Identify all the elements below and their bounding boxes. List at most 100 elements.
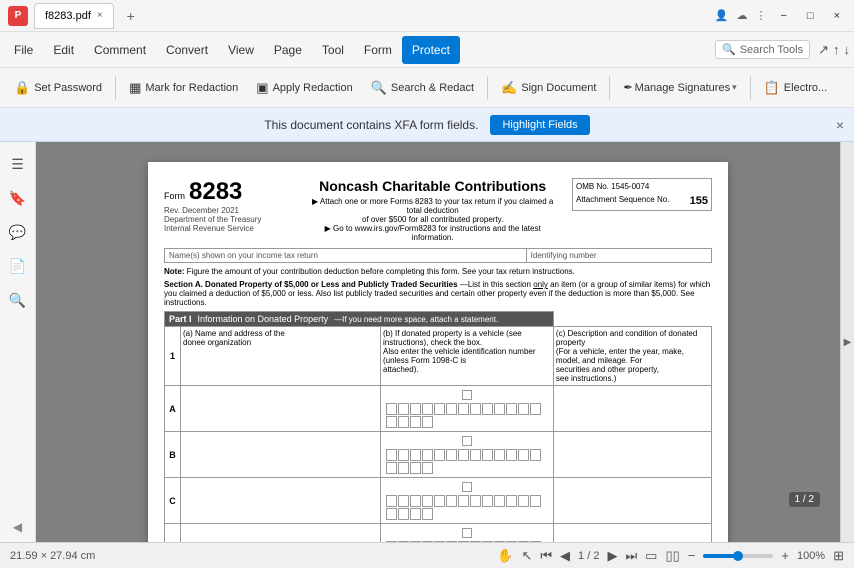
sidebar-item-pages[interactable]: ☰ [4,150,32,178]
fit-page-icon[interactable]: ⊞ [833,548,844,564]
checkbox-c[interactable] [462,482,472,492]
set-password-button[interactable]: 🔒 Set Password [6,73,110,103]
close-button[interactable]: × [828,8,846,24]
notification-close-icon[interactable]: × [836,117,844,133]
form-dept: Department of the Treasury [164,215,293,224]
sidebar-collapse-icon[interactable]: ◀ [13,520,22,534]
set-password-label: Set Password [34,82,102,94]
vin-cell [434,541,445,542]
checkbox-d[interactable] [462,528,472,538]
menu-protect[interactable]: Protect [402,36,460,64]
file-tab[interactable]: f8283.pdf × [34,3,114,29]
vin-cell [482,541,493,542]
sign-document-button[interactable]: ✍ Sign Document [493,73,604,103]
tab-close-icon[interactable]: × [97,10,103,21]
note-bold: Note: [164,267,187,276]
vin-cell [422,416,433,428]
menu-convert[interactable]: Convert [156,36,218,64]
part1-title: Information on Donated Property [198,314,329,324]
mark-redaction-button[interactable]: ▦ Mark for Redaction [121,73,246,103]
row-label-c: C [165,478,181,524]
row-label-a: A [165,386,181,432]
vin-cell [458,403,469,415]
form-title-row: Form 8283 [164,178,293,206]
vin-cells-a [384,402,550,429]
sidebar-item-comments[interactable]: 💬 [4,218,32,246]
row-b-col1 [181,432,381,478]
row-label-b: B [165,432,181,478]
zoom-out-icon[interactable]: − [688,548,696,563]
single-page-icon[interactable]: ▭ [645,548,657,564]
row-b: B [165,432,712,478]
vin-cell [398,416,409,428]
menu-edit[interactable]: Edit [43,36,84,64]
download-icon[interactable]: ↓ [844,42,851,57]
sidebar-item-layers[interactable]: 📄 [4,252,32,280]
menu-form[interactable]: Form [354,36,402,64]
toolbar-separator-2 [487,76,488,100]
row-c-col1 [181,478,381,524]
vin-cell [410,449,421,461]
vin-cell [530,541,541,542]
checkbox-a[interactable] [462,390,472,400]
toolbar-separator-3 [609,76,610,100]
form-title-center: Noncash Charitable Contributions ▶ Attac… [303,178,562,242]
form-omb-box: OMB No. 1545-0074 Attachment Sequence No… [572,178,712,211]
sidebar-item-bookmarks[interactable]: 🔖 [4,184,32,212]
vin-cell [518,541,529,542]
zoom-in-icon[interactable]: + [781,548,789,563]
zoom-slider[interactable] [703,554,773,558]
vin-cell [386,541,397,542]
menu-view[interactable]: View [218,36,264,64]
last-page-icon[interactable]: ⏭ [625,548,637,564]
minimize-button[interactable]: − [774,8,792,24]
menu-tool[interactable]: Tool [312,36,354,64]
protect-toolbar: 🔒 Set Password ▦ Mark for Redaction ▣ Ap… [0,68,854,108]
first-page-icon[interactable]: ⏮ [540,548,552,564]
apply-redaction-button[interactable]: ▣ Apply Redaction [248,73,360,103]
signatures-icon: ✒ [623,81,632,94]
forward-nav-icon[interactable]: ↑ [833,42,840,57]
prev-page-icon[interactable]: ◀ [560,548,570,564]
select-tool-icon[interactable]: ↖ [521,548,532,564]
back-nav-icon[interactable]: ↗ [818,42,829,58]
tab-title: f8283.pdf [45,10,91,22]
vin-cell [410,462,421,474]
vin-cell [446,541,457,542]
dual-page-icon[interactable]: ▯▯ [665,548,679,564]
zoom-slider-thumb[interactable] [733,551,743,561]
right-sidebar-toggle[interactable]: ▶ [840,142,854,542]
chevron-down-icon: ▾ [732,82,737,93]
vin-cell [410,508,421,520]
checkbox-b[interactable] [462,436,472,446]
vin-cell [386,495,397,507]
more-options-icon[interactable]: ⋮ [755,9,766,22]
vin-cell [494,403,505,415]
maximize-button[interactable]: □ [801,8,820,24]
toolbar-separator-1 [115,76,116,100]
manage-signatures-button[interactable]: ✒ Manage Signatures ▾ [615,73,744,103]
cloud-icon[interactable]: ☁ [736,9,747,22]
vin-cell [398,462,409,474]
menu-comment[interactable]: Comment [84,36,156,64]
menu-page[interactable]: Page [264,36,312,64]
part1-note: —If you need more space, attach a statem… [334,315,498,324]
sidebar-item-search[interactable]: 🔍 [4,286,32,314]
new-tab-button[interactable]: + [120,5,142,27]
vin-cell [458,541,469,542]
search-redact-button[interactable]: 🔍 Search & Redact [363,73,482,103]
next-page-icon[interactable]: ▶ [607,548,617,564]
part1-header-row: Part I Information on Donated Property —… [165,312,712,327]
electro-button[interactable]: 📋 Electro... [756,73,836,103]
vin-cell [386,416,397,428]
part1-label-bar: Part I Information on Donated Property —… [165,312,553,326]
vin-cells-b [384,448,550,475]
pan-tool-icon[interactable]: ✋ [497,548,513,564]
vin-cell [422,449,433,461]
profile-icon[interactable]: 👤 [715,9,729,22]
search-tools-input[interactable]: 🔍 Search Tools [715,40,810,59]
menu-file[interactable]: File [4,36,43,64]
notification-bar: This document contains XFA form fields. … [0,108,854,142]
form-omb: OMB No. 1545-0074 [576,182,708,191]
highlight-fields-button[interactable]: Highlight Fields [490,115,589,135]
